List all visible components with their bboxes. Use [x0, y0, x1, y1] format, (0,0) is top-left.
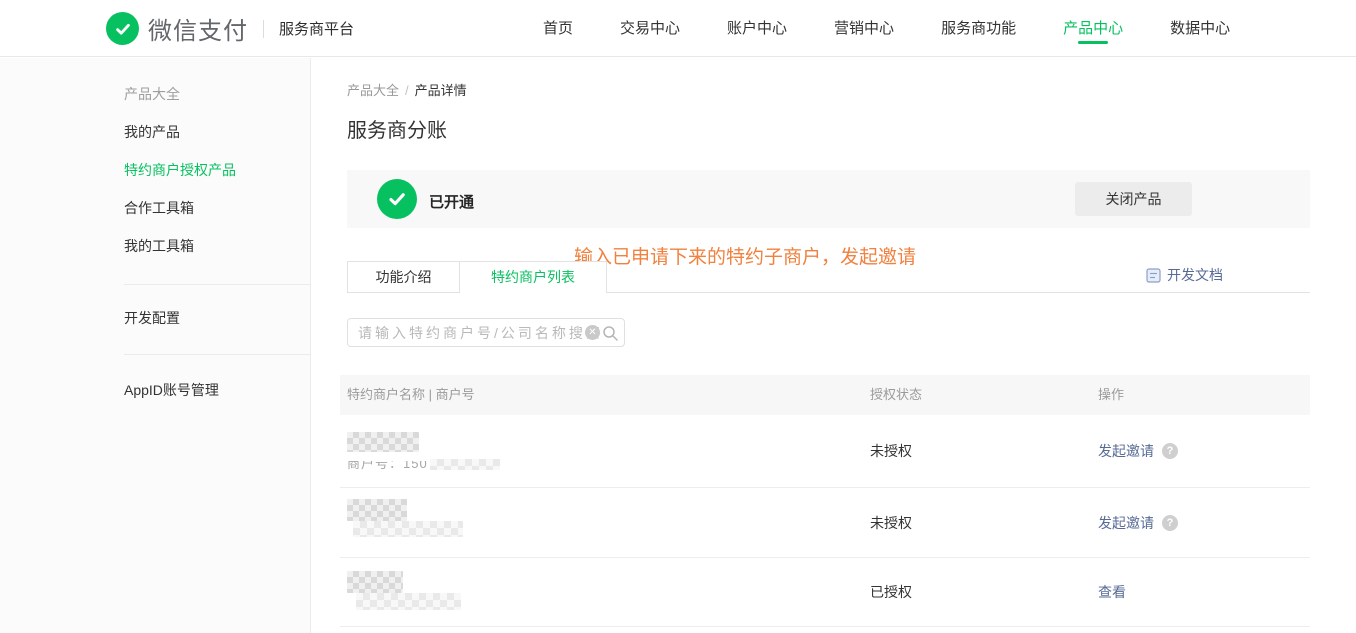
wechat-pay-logo[interactable]: 微信支付 服务商平台 [106, 0, 354, 57]
main-content: 产品大全/产品详情 服务商分账 已开通 关闭产品 输入已申请下来的特约子商户，发… [312, 58, 1356, 633]
tab-submerchant-list[interactable]: 特约商户列表 [459, 261, 607, 293]
breadcrumb: 产品大全 / 产品详情 [347, 80, 467, 99]
dev-docs-label: 开发文档 [1167, 265, 1223, 285]
censored-merchant-name [347, 499, 407, 521]
breadcrumb-parent[interactable]: 产品大全 [347, 83, 399, 98]
top-nav: 首页 交易中心 账户中心 营销中心 服务商功能 产品中心 数据中心 [543, 0, 1230, 57]
sidebar-item-cooperation-toolbox[interactable]: 合作工具箱 [124, 198, 194, 218]
breadcrumb-current: 产品详情 [415, 83, 467, 98]
portal-label: 服务商平台 [279, 18, 354, 39]
sidebar-item-dev-config[interactable]: 开发配置 [124, 308, 180, 328]
nav-item-transaction-center[interactable]: 交易中心 [620, 0, 680, 57]
tab-feature-intro[interactable]: 功能介绍 [347, 261, 459, 292]
censored-merchant-number [356, 593, 461, 610]
help-icon[interactable]: ? [1162, 443, 1178, 459]
wechat-pay-check-icon [106, 12, 139, 45]
status-badge: 已开通 [429, 191, 474, 212]
row-actions: 发起邀请 ? [1098, 513, 1178, 533]
view-link[interactable]: 查看 [1098, 582, 1126, 602]
document-icon [1146, 268, 1161, 283]
nav-item-marketing-center[interactable]: 营销中心 [834, 0, 894, 57]
auth-status: 已授权 [870, 582, 912, 602]
column-auth-status: 授权状态 [870, 375, 922, 415]
nav-item-home[interactable]: 首页 [543, 0, 573, 57]
sidebar-item-submerchant-auth-products[interactable]: 特约商户授权产品 [124, 160, 236, 180]
clear-input-icon[interactable]: ✕ [585, 325, 600, 340]
row-actions: 发起邀请 ? [1098, 441, 1178, 461]
nav-item-account-center[interactable]: 账户中心 [727, 0, 787, 57]
sidebar-divider [124, 354, 311, 355]
sidebar-item-appid-management[interactable]: AppID账号管理 [124, 380, 219, 400]
search-box: ✕ [347, 318, 625, 347]
sidebar-item-my-products[interactable]: 我的产品 [124, 122, 180, 142]
status-card: 已开通 关闭产品 [347, 170, 1310, 228]
send-invite-link[interactable]: 发起邀请 [1098, 441, 1154, 461]
dev-docs-link[interactable]: 开发文档 [1146, 265, 1223, 285]
page-title: 服务商分账 [347, 114, 447, 143]
table-row: 已授权 查看 [340, 558, 1310, 627]
close-product-button[interactable]: 关闭产品 [1075, 182, 1192, 216]
sidebar-divider [124, 284, 311, 285]
censored-merchant-number [430, 459, 500, 470]
censored-merchant-name [347, 432, 419, 452]
merchant-number-partial: 商户号：150 [347, 459, 500, 470]
send-invite-link[interactable]: 发起邀请 [1098, 513, 1154, 533]
row-actions: 查看 [1098, 582, 1126, 602]
sidebar-item-my-toolbox[interactable]: 我的工具箱 [124, 236, 194, 256]
sidebar-item-product-catalog[interactable]: 产品大全 [124, 84, 180, 104]
brand-text: 微信支付 [148, 11, 248, 46]
search-icon[interactable] [602, 325, 619, 347]
help-icon[interactable]: ? [1162, 515, 1178, 531]
auth-status: 未授权 [870, 441, 912, 461]
column-actions: 操作 [1098, 375, 1124, 415]
breadcrumb-separator: / [405, 83, 409, 98]
sidebar: 产品大全 我的产品 特约商户授权产品 合作工具箱 我的工具箱 开发配置 AppI… [0, 58, 311, 633]
nav-item-product-center[interactable]: 产品中心 [1063, 0, 1123, 57]
search-input[interactable] [348, 319, 624, 346]
censored-merchant-number [353, 521, 463, 537]
nav-item-provider-functions[interactable]: 服务商功能 [941, 0, 1016, 57]
column-merchant-name: 特约商户名称 | 商户号 [347, 375, 475, 415]
table-row: 商户号：150 未授权 发起邀请 ? [340, 415, 1310, 488]
auth-status: 未授权 [870, 513, 912, 533]
table-row: 未授权 发起邀请 ? [340, 488, 1310, 558]
censored-merchant-name [347, 571, 403, 593]
top-header: 微信支付 服务商平台 首页 交易中心 账户中心 营销中心 服务商功能 产品中心 … [0, 0, 1356, 57]
success-check-icon [377, 179, 417, 219]
logo-divider [263, 20, 264, 38]
nav-item-data-center[interactable]: 数据中心 [1170, 0, 1230, 57]
table-header: 特约商户名称 | 商户号 授权状态 操作 [340, 375, 1310, 415]
